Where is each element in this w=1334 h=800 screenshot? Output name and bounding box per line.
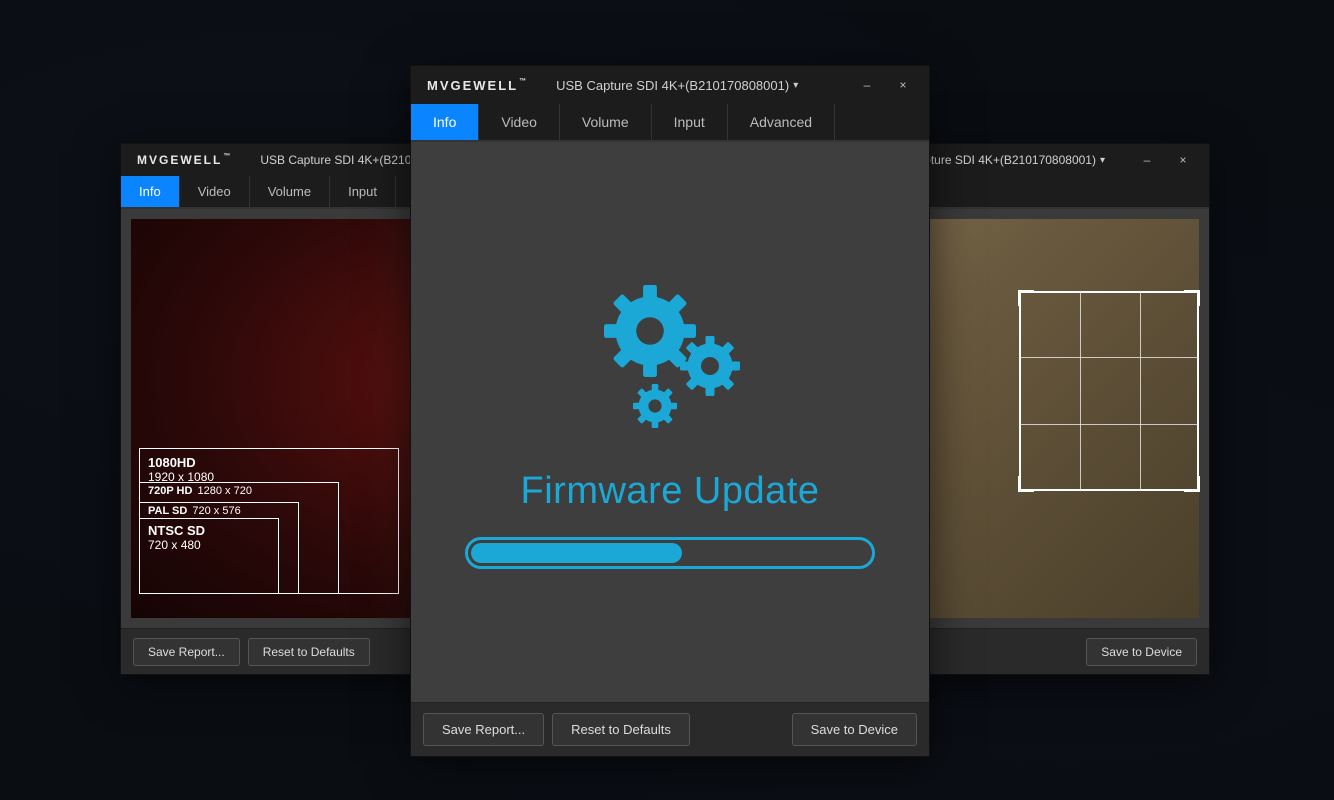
progress-fill (471, 543, 682, 563)
res-title: PAL SD (148, 505, 187, 517)
brand-logo: MVGEWELL (137, 153, 232, 167)
content-area: Firmware Update (411, 142, 929, 702)
close-button[interactable]: × (1165, 144, 1201, 176)
tab-bar: Info Video Volume Input Advanced (411, 104, 929, 142)
resolution-ntsc: NTSC SD 720 x 480 (139, 518, 279, 594)
save-to-device-button[interactable]: Save to Device (792, 713, 917, 746)
res-title: 720P HD (148, 485, 192, 497)
save-report-button[interactable]: Save Report... (423, 713, 544, 746)
save-report-button[interactable]: Save Report... (133, 638, 240, 666)
chevron-down-icon: ▾ (1100, 155, 1105, 166)
brand-logo: MVGEWELL (427, 78, 528, 93)
crop-selection[interactable] (1019, 291, 1199, 491)
device-selector[interactable]: USB Capture SDI 4K+(B210170808001) ▾ (556, 78, 798, 93)
tab-info[interactable]: Info (121, 176, 180, 207)
minimize-button[interactable]: – (849, 69, 885, 101)
tab-input[interactable]: Input (652, 104, 728, 140)
device-name: USB Capture SDI 4K+(B210170808001) (556, 78, 789, 93)
res-dimensions: 720 x 576 (192, 505, 240, 517)
tab-volume[interactable]: Volume (560, 104, 652, 140)
reset-defaults-button[interactable]: Reset to Defaults (552, 713, 690, 746)
res-dimensions: 1280 x 720 (198, 485, 252, 497)
tab-volume[interactable]: Volume (250, 176, 330, 207)
tab-info[interactable]: Info (411, 104, 479, 140)
reset-defaults-button[interactable]: Reset to Defaults (248, 638, 370, 666)
res-title: NTSC SD (148, 523, 270, 538)
device-name-partial: pture SDI 4K+(B210170808001) (924, 153, 1096, 167)
progress-bar (465, 537, 875, 569)
crop-handle-bl[interactable] (1018, 476, 1034, 492)
crop-handle-tr[interactable] (1184, 290, 1200, 306)
window-center: MVGEWELL USB Capture SDI 4K+(B2101708080… (410, 65, 930, 757)
save-to-device-button[interactable]: Save to Device (1086, 638, 1197, 666)
tab-advanced[interactable]: Advanced (728, 104, 835, 140)
chevron-down-icon: ▾ (793, 80, 798, 91)
minimize-button[interactable]: – (1129, 144, 1165, 176)
crop-handle-br[interactable] (1184, 476, 1200, 492)
gears-icon (580, 276, 760, 446)
res-title: 1080HD (148, 455, 390, 470)
crop-handle-tl[interactable] (1018, 290, 1034, 306)
tab-video[interactable]: Video (479, 104, 560, 140)
firmware-update-label: Firmware Update (521, 470, 820, 513)
titlebar[interactable]: MVGEWELL USB Capture SDI 4K+(B2101708080… (411, 66, 929, 104)
footer: Save Report... Reset to Defaults Save to… (411, 702, 929, 756)
res-dimensions: 720 x 480 (148, 538, 270, 552)
close-button[interactable]: × (885, 69, 921, 101)
tab-input[interactable]: Input (330, 176, 396, 207)
tab-video[interactable]: Video (180, 176, 250, 207)
device-selector[interactable]: pture SDI 4K+(B210170808001) ▾ (924, 153, 1105, 167)
